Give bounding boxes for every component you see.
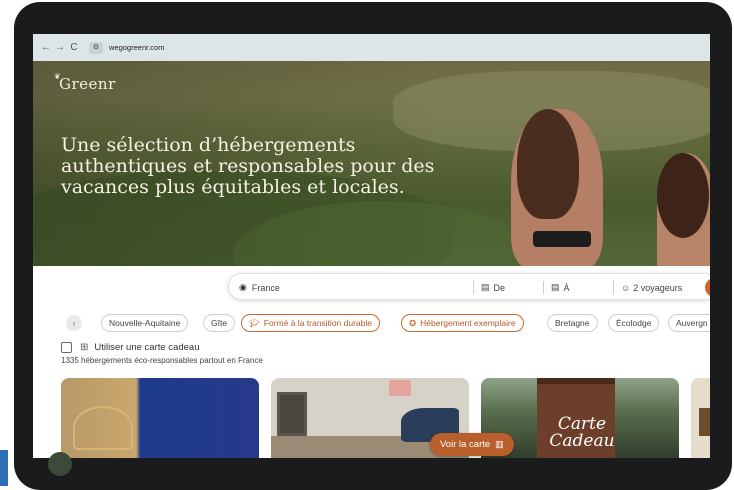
site-info-icon[interactable]: ⚙ bbox=[89, 41, 103, 54]
hero-person-right-hair bbox=[657, 153, 709, 238]
result-count: 1335 hébergements éco-responsables parto… bbox=[61, 356, 263, 365]
hero-headline: Une sélection d’hébergements authentique… bbox=[61, 134, 435, 198]
hero-banner: ❦ Greenr Une sélection d’hébergements au… bbox=[33, 61, 710, 266]
gift-card-label: Utiliser une carte cadeau bbox=[94, 341, 200, 353]
location-pin-icon: ◉ bbox=[239, 282, 247, 292]
filter-chip-nouvelle-aquitaine[interactable]: Nouvelle-Aquitaine bbox=[101, 314, 189, 332]
date-to-label: À bbox=[563, 282, 570, 293]
gift-icon: ⊞ bbox=[80, 341, 89, 353]
reload-icon[interactable]: C bbox=[67, 42, 81, 53]
floating-chat-icon[interactable] bbox=[48, 452, 72, 476]
gift-card-overlay-text: Carte Cadeau bbox=[549, 414, 615, 451]
listing-card[interactable] bbox=[61, 378, 259, 458]
user-circle-icon: ☺ bbox=[621, 282, 631, 293]
listing-image-frame bbox=[699, 408, 710, 436]
listing-image-window bbox=[277, 392, 307, 436]
date-from-label: De bbox=[493, 282, 506, 293]
filter-chip-gite[interactable]: Gîte bbox=[203, 314, 236, 332]
filter-chip-auvergne[interactable]: Auvergn bbox=[668, 314, 710, 332]
filter-chip-label: Formé à la transition durable bbox=[263, 318, 372, 328]
date-to-field[interactable]: ▤ À bbox=[551, 274, 570, 301]
filter-chip-label: Hébergement exemplaire bbox=[420, 318, 516, 328]
gift-card-option[interactable]: ⊞ Utiliser une carte cadeau bbox=[61, 340, 199, 354]
leaf-icon: ❦ bbox=[54, 72, 62, 81]
filter-chip-ecolodge[interactable]: Écolodge bbox=[608, 314, 660, 332]
guests-field[interactable]: ☺ 2 voyageurs bbox=[621, 274, 682, 301]
back-arrow-icon[interactable]: ← bbox=[39, 42, 53, 53]
greenr-logo[interactable]: ❦ Greenr bbox=[54, 72, 116, 93]
filter-chip-transition-durable[interactable]: 🎓︎ Formé à la transition durable bbox=[241, 314, 380, 332]
address-bar[interactable]: wegogreenr.com bbox=[109, 43, 164, 52]
browser-toolbar: ← → C ⚙ wegogreenr.com bbox=[33, 34, 710, 61]
hero-person-right bbox=[657, 153, 710, 266]
search-divider bbox=[543, 281, 544, 294]
listing-image-lamp bbox=[73, 406, 133, 450]
hero-person-left-hair bbox=[517, 109, 579, 219]
forward-arrow-icon[interactable]: → bbox=[53, 42, 67, 53]
destination-field[interactable]: ◉ France bbox=[239, 274, 280, 301]
show-map-label: Voir la carte bbox=[440, 439, 491, 450]
award-icon: ✪ bbox=[409, 317, 417, 328]
search-divider bbox=[473, 281, 474, 294]
search-bar[interactable]: ◉ France ▤ De ▤ À ☺ 2 voyageurs ⌕ bbox=[228, 273, 710, 300]
guests-value: 2 voyageurs bbox=[633, 282, 683, 293]
hero-person-left bbox=[511, 109, 603, 266]
calendar-icon: ▤ bbox=[551, 282, 560, 292]
map-icon: ▥ bbox=[495, 439, 504, 449]
filter-chip-row: ‹ Nouvelle-Aquitaine Gîte 🎓︎ Formé à la … bbox=[33, 314, 710, 334]
chevron-left-icon[interactable]: ‹ bbox=[66, 315, 82, 331]
calendar-icon: ▤ bbox=[481, 282, 490, 292]
show-map-button[interactable]: Voir la carte ▥ bbox=[430, 433, 514, 456]
destination-value: France bbox=[251, 282, 280, 293]
graduation-cap-icon: 🎓︎ bbox=[249, 317, 260, 328]
edge-strip bbox=[0, 450, 8, 486]
search-divider bbox=[613, 281, 614, 294]
gift-card-checkbox[interactable] bbox=[61, 341, 72, 353]
tablet-screen: ← → C ⚙ wegogreenr.com ❦ Greenr Une séle… bbox=[33, 34, 710, 458]
hero-person-left-top bbox=[533, 231, 591, 247]
listing-image-art bbox=[389, 380, 411, 396]
search-button[interactable]: ⌕ bbox=[705, 278, 710, 297]
listing-card[interactable] bbox=[691, 378, 710, 458]
date-from-field[interactable]: ▤ De bbox=[481, 274, 505, 301]
logo-text: Greenr bbox=[59, 75, 116, 93]
filter-chip-bretagne[interactable]: Bretagne bbox=[547, 314, 598, 332]
filter-chip-hebergement-exemplaire[interactable]: ✪ Hébergement exemplaire bbox=[401, 314, 524, 332]
